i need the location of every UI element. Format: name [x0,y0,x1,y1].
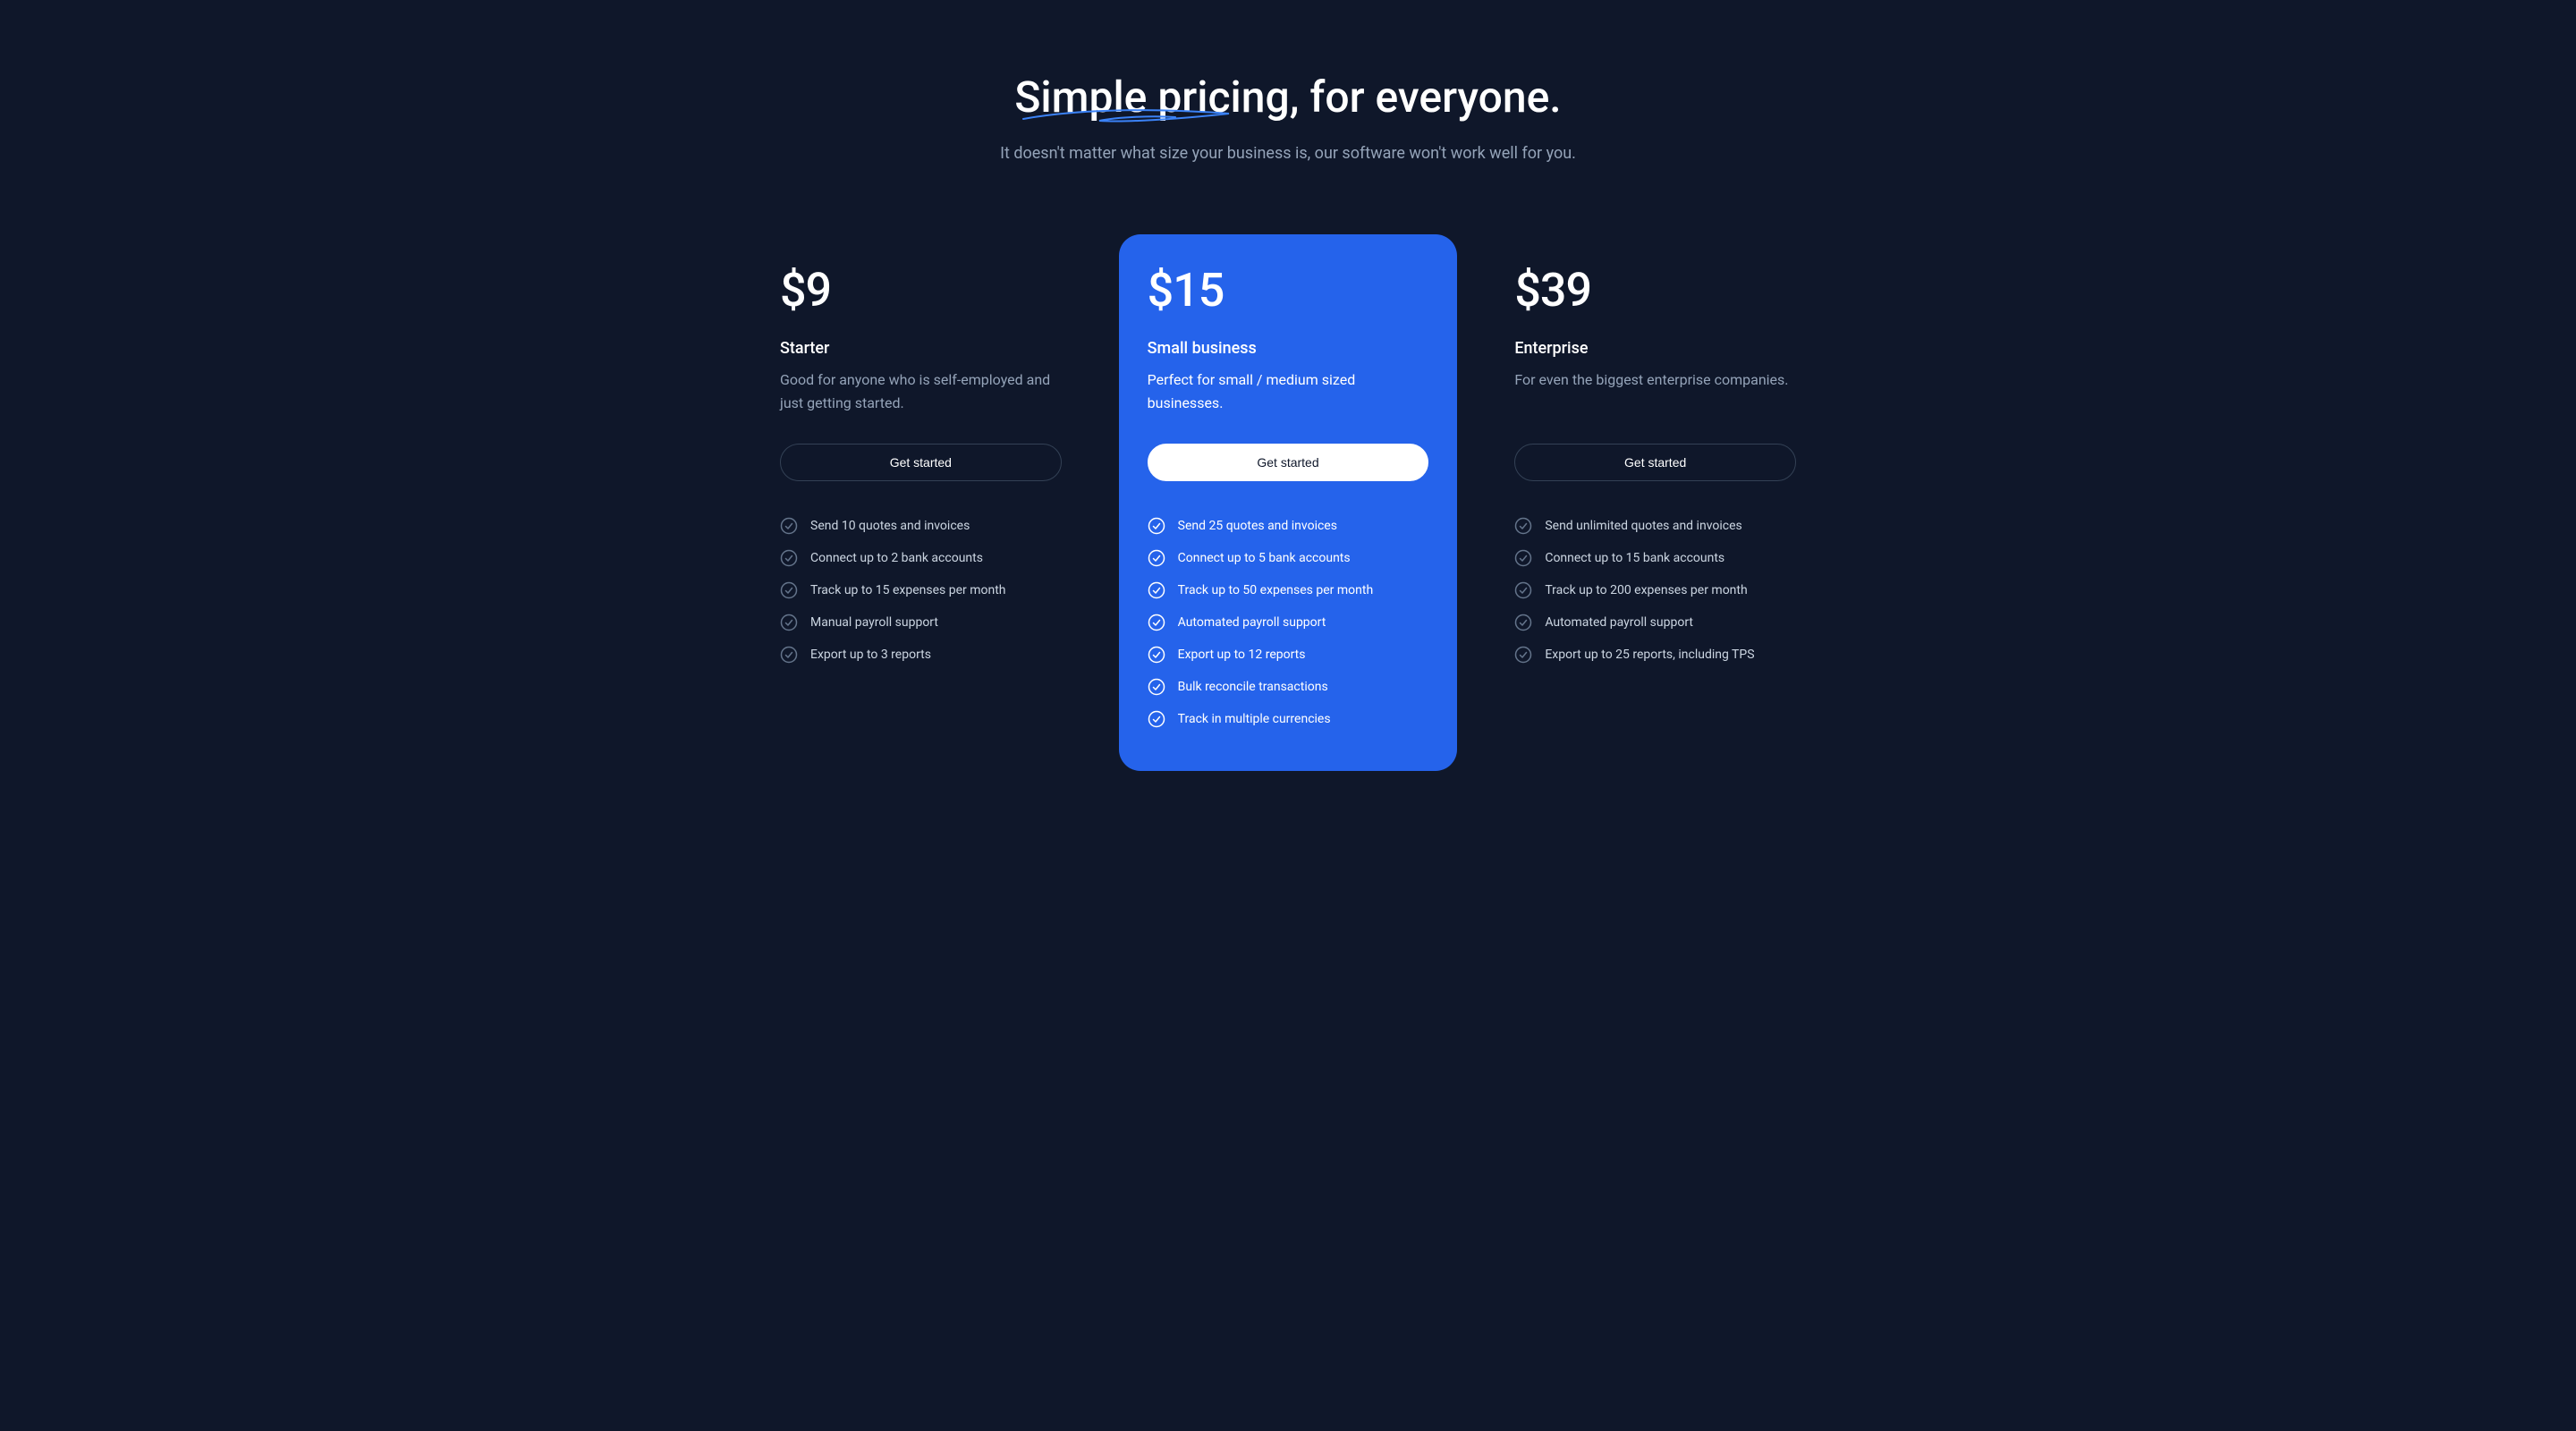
feature-text: Automated payroll support [1545,615,1693,630]
pricing-card-small-business: $15 Small business Perfect for small / m… [1119,234,1458,771]
check-circle-icon [1514,614,1532,631]
feature-text: Track in multiple currencies [1178,712,1331,726]
feature-text: Automated payroll support [1178,615,1326,630]
plan-price: $9 [780,263,1062,318]
feature-item: Automated payroll support [1148,614,1429,631]
get-started-button[interactable]: Get started [1148,444,1429,481]
check-circle-icon [1514,549,1532,567]
feature-item: Track up to 15 expenses per month [780,581,1062,599]
feature-text: Connect up to 15 bank accounts [1545,551,1724,565]
plan-description: For even the biggest enterprise companie… [1514,368,1796,415]
page-subtitle: It doesn't matter what size your busines… [36,144,2540,163]
check-circle-icon [1148,517,1165,535]
check-circle-icon [780,517,798,535]
feature-text: Send 25 quotes and invoices [1178,519,1337,533]
pricing-card-enterprise: $39 Enterprise For even the biggest ente… [1486,234,1825,771]
check-circle-icon [1514,517,1532,535]
title-text: Simple pricing, for everyone. [1014,72,1561,123]
plan-name: Enterprise [1514,339,1796,358]
check-circle-icon [1148,710,1165,728]
get-started-button[interactable]: Get started [780,444,1062,481]
page-title: Simple pricing, for everyone. [1014,72,1561,123]
check-circle-icon [1148,646,1165,664]
feature-text: Manual payroll support [810,615,938,630]
plan-description: Good for anyone who is self-employed and… [780,368,1062,415]
feature-item: Track up to 200 expenses per month [1514,581,1796,599]
feature-item: Manual payroll support [780,614,1062,631]
feature-text: Track up to 15 expenses per month [810,583,1006,597]
plan-name: Starter [780,339,1062,358]
check-circle-icon [1148,678,1165,696]
plan-name: Small business [1148,339,1429,358]
feature-item: Send unlimited quotes and invoices [1514,517,1796,535]
feature-item: Connect up to 15 bank accounts [1514,549,1796,567]
feature-item: Connect up to 2 bank accounts [780,549,1062,567]
feature-item: Export up to 12 reports [1148,646,1429,664]
features-list: Send 25 quotes and invoices Connect up t… [1148,517,1429,728]
feature-text: Send unlimited quotes and invoices [1545,519,1741,533]
feature-item: Connect up to 5 bank accounts [1148,549,1429,567]
check-circle-icon [1514,646,1532,664]
feature-text: Track up to 200 expenses per month [1545,583,1747,597]
feature-text: Send 10 quotes and invoices [810,519,970,533]
features-list: Send unlimited quotes and invoices Conne… [1514,517,1796,664]
pricing-header: Simple pricing, for everyone. It doesn't… [36,72,2540,163]
pricing-card-starter: $9 Starter Good for anyone who is self-e… [751,234,1090,771]
pricing-grid: $9 Starter Good for anyone who is self-e… [751,234,1825,771]
check-circle-icon [1148,549,1165,567]
check-circle-icon [1148,614,1165,631]
check-circle-icon [780,646,798,664]
check-circle-icon [780,581,798,599]
get-started-button[interactable]: Get started [1514,444,1796,481]
check-circle-icon [1514,581,1532,599]
feature-item: Send 10 quotes and invoices [780,517,1062,535]
feature-item: Send 25 quotes and invoices [1148,517,1429,535]
feature-text: Export up to 12 reports [1178,648,1306,662]
feature-text: Connect up to 2 bank accounts [810,551,983,565]
plan-price: $15 [1148,263,1429,318]
check-circle-icon [780,549,798,567]
features-list: Send 10 quotes and invoices Connect up t… [780,517,1062,664]
check-circle-icon [780,614,798,631]
plan-description: Perfect for small / medium sized busines… [1148,368,1429,415]
feature-item: Track in multiple currencies [1148,710,1429,728]
feature-text: Track up to 50 expenses per month [1178,583,1374,597]
feature-text: Connect up to 5 bank accounts [1178,551,1351,565]
feature-item: Automated payroll support [1514,614,1796,631]
feature-text: Export up to 25 reports, including TPS [1545,648,1754,662]
feature-item: Export up to 3 reports [780,646,1062,664]
feature-item: Export up to 25 reports, including TPS [1514,646,1796,664]
feature-item: Bulk reconcile transactions [1148,678,1429,696]
feature-text: Export up to 3 reports [810,648,931,662]
plan-price: $39 [1514,263,1796,318]
feature-item: Track up to 50 expenses per month [1148,581,1429,599]
check-circle-icon [1148,581,1165,599]
feature-text: Bulk reconcile transactions [1178,680,1328,694]
